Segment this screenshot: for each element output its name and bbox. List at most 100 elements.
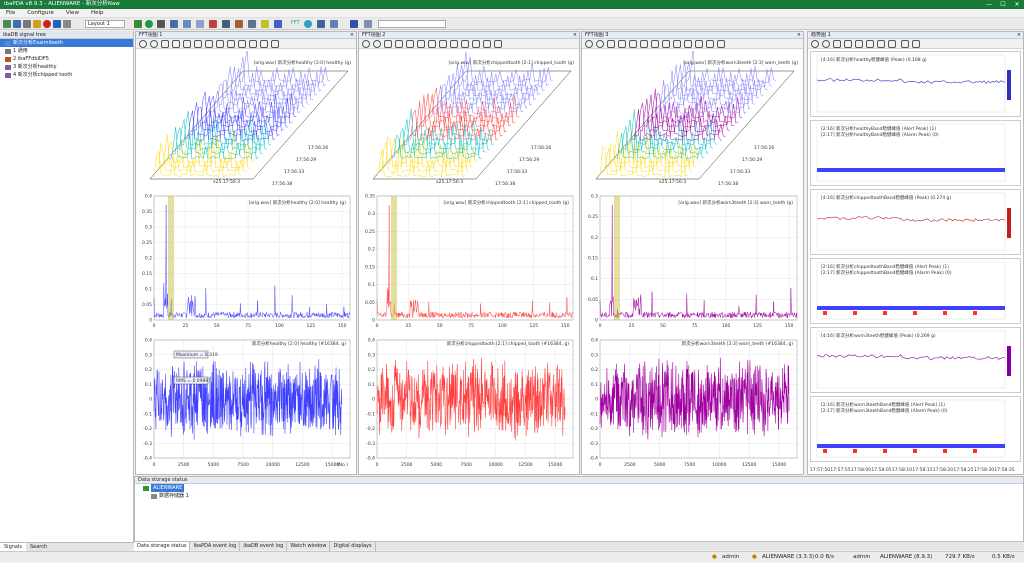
zoom-out-icon[interactable] bbox=[651, 40, 659, 48]
zoom-in-icon[interactable] bbox=[640, 40, 648, 48]
close-icon[interactable]: × bbox=[573, 32, 577, 39]
note-icon[interactable] bbox=[261, 20, 269, 28]
bitmap-icon[interactable] bbox=[235, 20, 243, 28]
bar-chart-icon[interactable] bbox=[196, 20, 204, 28]
yaxis-icon[interactable] bbox=[673, 40, 681, 48]
stop-icon[interactable] bbox=[822, 40, 830, 48]
play-icon[interactable] bbox=[134, 20, 142, 28]
stop-icon[interactable] bbox=[373, 40, 381, 48]
window-icon[interactable] bbox=[274, 20, 282, 28]
magnify-icon[interactable] bbox=[439, 40, 447, 48]
layout-select[interactable]: Layout 1 bbox=[85, 20, 125, 28]
info-icon[interactable] bbox=[53, 20, 61, 28]
peak-icon[interactable] bbox=[706, 40, 714, 48]
zoom-in-icon[interactable] bbox=[194, 40, 202, 48]
trend-plot[interactable]: [4:16] 新次分析chippedtoothBand稳健峰值 (Peak) (… bbox=[810, 189, 1021, 255]
zoom-in-icon[interactable] bbox=[417, 40, 425, 48]
tree-item[interactable]: 4 新次分析chipped tooth bbox=[0, 71, 133, 79]
yaxis-icon[interactable] bbox=[227, 40, 235, 48]
close-icon[interactable]: × bbox=[350, 32, 354, 39]
menu-configure[interactable]: Configure bbox=[21, 9, 60, 18]
xaxis-icon[interactable] bbox=[183, 40, 191, 48]
palette-icon[interactable] bbox=[172, 40, 180, 48]
magnify-icon[interactable] bbox=[216, 40, 224, 48]
tab-db-log[interactable]: ibaDB event log bbox=[240, 542, 288, 551]
zoom-in-icon[interactable] bbox=[833, 40, 841, 48]
maximize-button[interactable]: ☐ bbox=[996, 0, 1010, 9]
waterfall-plot[interactable]: 17:56:26 17:56:29 17:56:33 17:56:38 [orig.wa… bbox=[361, 51, 579, 189]
waterfall-icon[interactable] bbox=[330, 20, 338, 28]
io-manager-icon[interactable] bbox=[13, 20, 21, 28]
tab-data-storage[interactable]: Data storage status bbox=[134, 542, 191, 551]
tab-watch[interactable]: Watch window bbox=[287, 542, 331, 551]
tree-item[interactable]: 3 新次分析healthy bbox=[0, 63, 133, 71]
tree-item[interactable]: 1 通用 bbox=[0, 47, 133, 55]
settings-icon[interactable] bbox=[384, 40, 392, 48]
trend-plot[interactable]: [4:16] 新次分析healthy稳健峰值 (Peak) (0.108 g) bbox=[810, 51, 1021, 117]
cursor-icon[interactable] bbox=[684, 40, 692, 48]
storage-item[interactable]: 数据存储器 1 bbox=[135, 492, 1023, 500]
axis-icon[interactable] bbox=[877, 40, 885, 48]
spectrum-plot[interactable]: 0 0.05 0.1 0.15 0.2 0.25 0.3 0.35 0.4 0 25 50 75 100 1… bbox=[138, 192, 356, 332]
palette-icon[interactable] bbox=[618, 40, 626, 48]
trend-plot[interactable]: [2:16] 新次分析healthyBand稳健峰值 (Alert Peak) … bbox=[810, 120, 1021, 186]
pause-icon[interactable] bbox=[585, 40, 593, 48]
magnify-icon[interactable] bbox=[866, 40, 874, 48]
time-signal-plot[interactable]: -0.4 -0.3 -0.2 -0.1 0 0.1 0.2 0.3 0.4 0 2500 5000 75… bbox=[138, 334, 356, 472]
tab-pda-log[interactable]: ibaPDA event log bbox=[190, 542, 241, 551]
tools-icon[interactable] bbox=[63, 20, 71, 28]
xaxis-icon[interactable] bbox=[629, 40, 637, 48]
table-icon[interactable] bbox=[472, 40, 480, 48]
fit-icon[interactable] bbox=[494, 40, 502, 48]
cursor-icon[interactable] bbox=[238, 40, 246, 48]
marker-icon[interactable] bbox=[912, 40, 920, 48]
waterfall-plot[interactable]: 17:56:26 17:56:29 17:56:33 17:56:38 [orig.wa… bbox=[138, 51, 356, 189]
trend-plot[interactable]: [4:16] 新次分析worn3teeth稳健峰值 (Peak) (0.269 … bbox=[810, 327, 1021, 393]
settings-icon[interactable] bbox=[161, 40, 169, 48]
zoom-fit-icon[interactable] bbox=[855, 40, 863, 48]
chart-icon[interactable] bbox=[170, 20, 178, 28]
zoom-out-icon[interactable] bbox=[205, 40, 213, 48]
stop-icon[interactable] bbox=[43, 20, 51, 28]
yaxis-icon[interactable] bbox=[450, 40, 458, 48]
toolbar-search-input[interactable] bbox=[378, 20, 446, 28]
cursor-icon[interactable] bbox=[888, 40, 896, 48]
tree-item[interactable]: 2 ibaFFdbIDF5 bbox=[0, 55, 133, 63]
peak-icon[interactable] bbox=[260, 40, 268, 48]
table-icon[interactable] bbox=[695, 40, 703, 48]
close-icon[interactable]: × bbox=[1017, 32, 1021, 39]
magnify-icon[interactable] bbox=[662, 40, 670, 48]
tree-item[interactable]: 新次分析Exaimiteeth bbox=[0, 39, 133, 47]
pause-icon[interactable] bbox=[139, 40, 147, 48]
grid-icon[interactable] bbox=[248, 20, 256, 28]
stop-icon[interactable] bbox=[596, 40, 604, 48]
trend-plot[interactable]: [2:16] 新次分析chippedtoothBand稳健峰值 (Alert P… bbox=[810, 258, 1021, 324]
orbit-icon[interactable] bbox=[304, 20, 312, 28]
storage-item[interactable]: ALIENWARE bbox=[135, 484, 1023, 492]
record-icon[interactable] bbox=[145, 20, 153, 28]
scope-icon[interactable] bbox=[350, 20, 358, 28]
zoom-out-icon[interactable] bbox=[844, 40, 852, 48]
zoom-out-icon[interactable] bbox=[428, 40, 436, 48]
fft-button[interactable]: FFT bbox=[291, 20, 300, 26]
menu-view[interactable]: View bbox=[60, 9, 85, 18]
digital-icon[interactable] bbox=[209, 20, 217, 28]
spectrum-plot[interactable]: 0 0.05 0.1 0.15 0.2 0.25 0.3 0 25 50 75 100 125 150 [o… bbox=[584, 192, 803, 332]
pause-icon[interactable] bbox=[811, 40, 819, 48]
connect-icon[interactable] bbox=[3, 20, 11, 28]
xaxis-icon[interactable] bbox=[406, 40, 414, 48]
trend-plot[interactable]: [2:16] 新次分析worn3teethBand稳健峰值 (Alert Pea… bbox=[810, 396, 1021, 462]
close-icon[interactable]: × bbox=[797, 32, 801, 39]
table-icon[interactable] bbox=[222, 20, 230, 28]
cursor-icon[interactable] bbox=[461, 40, 469, 48]
time-signal-plot[interactable]: -0.4 -0.3 -0.2 -0.1 0 0.1 0.2 0.3 0.4 0 2500 5000 75… bbox=[361, 334, 579, 472]
settings-icon[interactable] bbox=[23, 20, 31, 28]
menu-help[interactable]: Help bbox=[85, 9, 110, 18]
settings-icon[interactable] bbox=[607, 40, 615, 48]
tab-digital[interactable]: Digital displays bbox=[330, 542, 376, 551]
fit-icon[interactable] bbox=[271, 40, 279, 48]
close-button[interactable]: ✕ bbox=[1010, 0, 1024, 9]
peak-icon[interactable] bbox=[483, 40, 491, 48]
palette-icon[interactable] bbox=[395, 40, 403, 48]
minimize-button[interactable]: — bbox=[982, 0, 996, 9]
